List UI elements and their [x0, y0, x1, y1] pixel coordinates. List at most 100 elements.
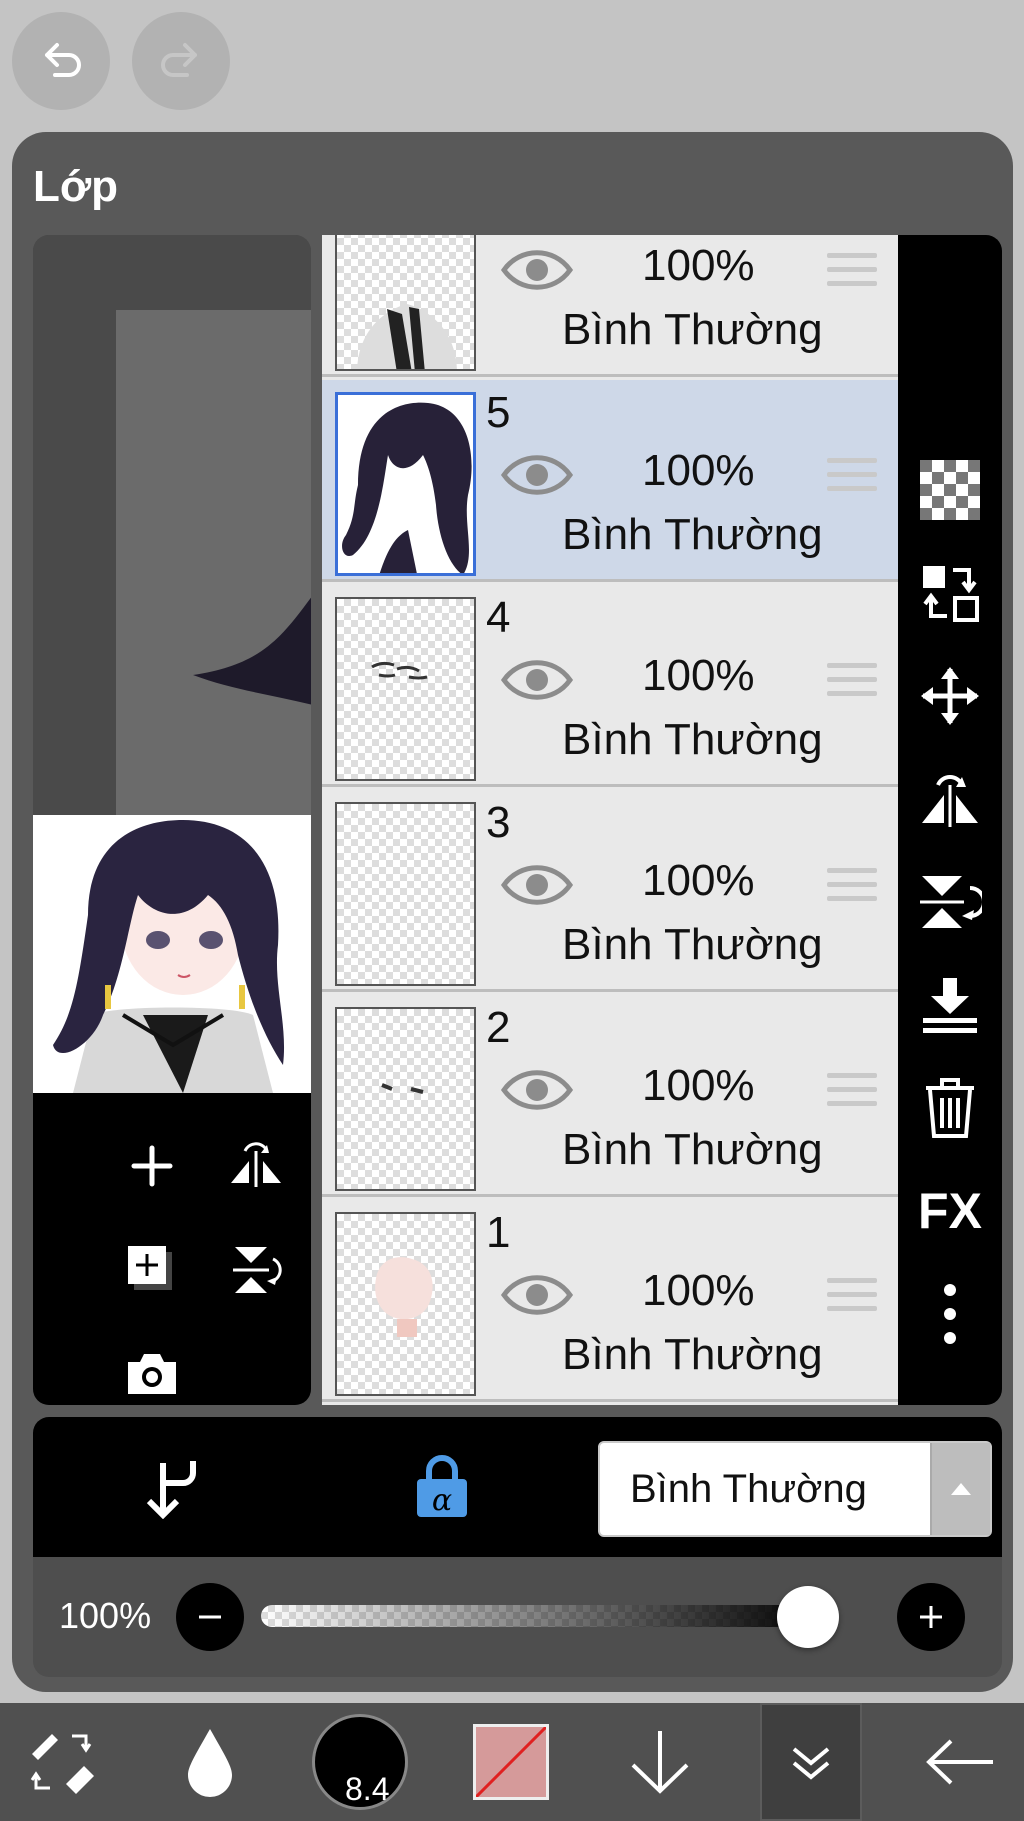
layer-row[interactable]: 3 100% Bình Thường: [322, 790, 898, 992]
layer-blend-mode: Bình Thường: [562, 305, 823, 354]
camera-icon: [128, 1354, 176, 1394]
redo-button[interactable]: [132, 12, 230, 110]
arrow-down-button[interactable]: [620, 1703, 700, 1821]
opacity-slider[interactable]: [261, 1605, 821, 1627]
undo-icon: [45, 43, 81, 77]
brush-size-button[interactable]: 8.4: [310, 1703, 410, 1821]
visibility-eye-icon[interactable]: [500, 1065, 574, 1115]
layer-thumbnail: [335, 235, 476, 371]
back-button[interactable]: [920, 1703, 1000, 1821]
flip-horizontal-icon: [922, 775, 978, 827]
more-options-button[interactable]: [910, 1274, 990, 1354]
layer-tools-column: FX: [898, 235, 1002, 1405]
drag-handle-icon[interactable]: [827, 458, 877, 498]
visibility-eye-icon[interactable]: [500, 450, 574, 500]
drag-handle-icon[interactable]: [827, 663, 877, 703]
layer-row[interactable]: 1 100% Bình Thường: [322, 1200, 898, 1402]
panel-title: Lớp: [33, 162, 119, 211]
visibility-eye-icon[interactable]: [500, 655, 574, 705]
add-layer-button[interactable]: [117, 1131, 187, 1201]
layer-thumbnail: [335, 1212, 476, 1396]
alpha-lock-button[interactable]: α: [415, 1455, 469, 1519]
flip-vertical-button[interactable]: [910, 862, 990, 942]
layer-blend-mode: Bình Thường: [562, 920, 823, 969]
flip-horizontal-button[interactable]: [910, 759, 990, 839]
clipping-button[interactable]: [143, 1455, 203, 1520]
flip-layer-vertical-button[interactable]: [221, 1235, 291, 1305]
layer-thumbnail: [335, 392, 476, 576]
double-chevron-down-icon: [792, 1747, 830, 1780]
color-swatch: [473, 1724, 549, 1800]
flip-layer-horizontal-button[interactable]: [221, 1131, 291, 1201]
layer-thumbnail: [335, 802, 476, 986]
blend-mode-select[interactable]: Bình Thường: [598, 1441, 992, 1537]
drag-handle-icon[interactable]: [827, 868, 877, 908]
svg-text:α: α: [432, 1483, 452, 1518]
layer-row[interactable]: 4 100% Bình Thường: [322, 585, 898, 787]
opacity-slider-knob[interactable]: [777, 1586, 839, 1648]
layer-opacity: 100%: [642, 1061, 755, 1110]
layer-menu-button[interactable]: [760, 1703, 862, 1821]
water-drop-button[interactable]: [178, 1703, 242, 1821]
layer-number: 1: [486, 1208, 511, 1257]
layer-blend-mode: Bình Thường: [562, 715, 823, 764]
layer-row[interactable]: 100% Bình Thường: [322, 235, 898, 377]
layer-opacity: 100%: [642, 446, 755, 495]
swap-layers-icon: [923, 566, 979, 622]
fx-button[interactable]: FX: [910, 1171, 990, 1251]
layer-blend-mode: Bình Thường: [562, 1330, 823, 1379]
layer-opacity: 100%: [642, 651, 755, 700]
layer-row[interactable]: 2 100% Bình Thường: [322, 995, 898, 1197]
undo-button[interactable]: [12, 12, 110, 110]
brush-eraser-switch-button[interactable]: [22, 1703, 102, 1821]
layer-thumbnail: [335, 1007, 476, 1191]
delete-layer-button[interactable]: [910, 1068, 990, 1148]
character-preview-image: [33, 815, 311, 1093]
layer-blend-mode: Bình Thường: [562, 510, 823, 559]
plus-icon: [920, 1606, 942, 1628]
minus-icon: [199, 1615, 221, 1619]
more-icon: [944, 1284, 956, 1344]
merge-down-button[interactable]: [910, 965, 990, 1045]
transparency-button[interactable]: [910, 450, 990, 530]
drag-handle-icon[interactable]: [827, 253, 877, 293]
canvas-thumbnail[interactable]: [33, 815, 311, 1093]
swap-layers-button[interactable]: [910, 553, 990, 633]
move-layer-button[interactable]: [910, 656, 990, 736]
layer-opacity: 100%: [642, 856, 755, 905]
transparency-icon: [920, 460, 980, 520]
layer-thumbnail: [335, 597, 476, 781]
merge-down-icon: [923, 978, 977, 1033]
alpha-lock-icon: α: [417, 1455, 467, 1518]
visibility-eye-icon[interactable]: [500, 245, 574, 295]
layer-options-bar: α Bình Thường: [33, 1417, 1002, 1557]
add-copy-layer-icon: [128, 1246, 172, 1290]
layer-number: 4: [486, 593, 511, 642]
opacity-bar: 100%: [33, 1557, 1002, 1677]
opacity-decrease-button[interactable]: [176, 1583, 244, 1651]
arrow-down-icon: [631, 1731, 689, 1794]
layer-row-selected[interactable]: 5 100% Bình Thường: [322, 380, 898, 582]
opacity-value: 100%: [59, 1595, 152, 1636]
layer-list[interactable]: 100% Bình Thường 5 100% Bình Thường 4 10…: [322, 235, 898, 1405]
brush-size-icon: 8.4: [312, 1714, 408, 1810]
opacity-increase-button[interactable]: [897, 1583, 965, 1651]
layer-panel: Lớp 100% Bình Thường 5 100% Bình Thường …: [12, 132, 1013, 1692]
canvas-area: [33, 235, 311, 815]
move-icon: [921, 667, 979, 725]
drag-handle-icon[interactable]: [827, 1073, 877, 1113]
layer-blend-mode: Bình Thường: [562, 1125, 823, 1174]
bottom-toolbar: 8.4: [0, 1703, 1024, 1821]
layer-opacity: 100%: [642, 1266, 755, 1315]
duplicate-layer-button[interactable]: [117, 1235, 187, 1305]
color-picker-button[interactable]: [470, 1703, 552, 1821]
brush-eraser-icon: [30, 1734, 94, 1794]
layer-number: 5: [486, 388, 511, 437]
redo-icon: [161, 43, 197, 77]
visibility-eye-icon[interactable]: [500, 860, 574, 910]
camera-import-button[interactable]: [117, 1339, 187, 1405]
visibility-eye-icon[interactable]: [500, 1270, 574, 1320]
arrow-left-icon: [926, 1739, 993, 1785]
layer-number: 2: [486, 1003, 511, 1052]
drag-handle-icon[interactable]: [827, 1278, 877, 1318]
